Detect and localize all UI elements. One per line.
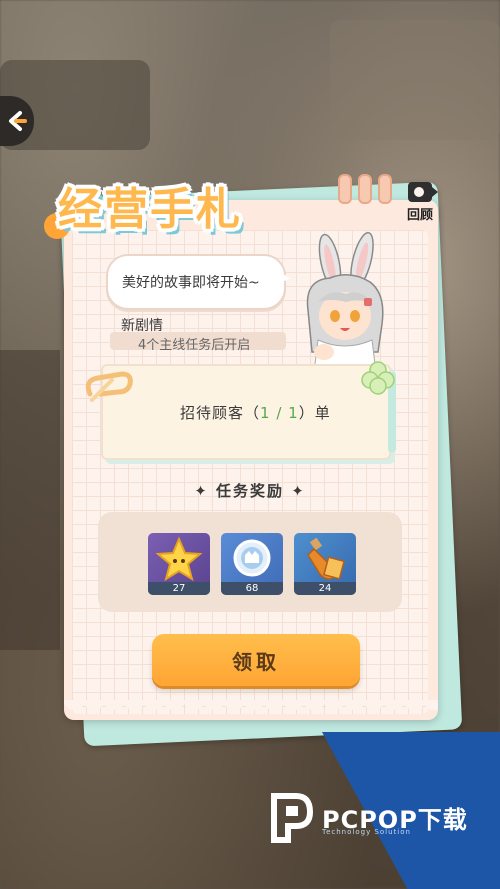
new-plot-title: 新剧情 xyxy=(121,318,163,334)
card-scallop-edge xyxy=(64,700,438,722)
watermark-subtitle: Technology Solution xyxy=(322,828,411,836)
speech-bubble-text: 美好的故事即将开始~ xyxy=(122,275,260,291)
reward-item[interactable]: 27 xyxy=(148,533,210,595)
star-icon xyxy=(155,536,203,582)
review-button[interactable]: 回顾 xyxy=(402,182,438,223)
video-camera-icon xyxy=(408,182,438,202)
pcpop-logo-icon xyxy=(271,793,314,843)
binder-ring xyxy=(378,174,392,204)
clover-icon xyxy=(361,361,395,395)
drink-bottle-icon xyxy=(307,537,345,580)
task-suffix: ）单 xyxy=(298,404,331,422)
task-prefix: 招待顾客（ xyxy=(180,404,261,422)
reward-quantity: 24 xyxy=(294,582,356,595)
speech-bubble-tail xyxy=(276,270,290,286)
title-block: 经营手札 xyxy=(40,165,240,245)
new-plot-description: 4个主线任务后开启 xyxy=(138,338,251,353)
review-label: 回顾 xyxy=(406,208,433,223)
reward-item[interactable]: 24 xyxy=(294,533,356,595)
task-progress: 1 / 1 xyxy=(260,404,299,422)
rewards-title: ✦ 任务奖励 ✦ xyxy=(194,482,306,500)
reward-quantity: 27 xyxy=(148,582,210,595)
page-title: 经营手札 xyxy=(58,184,242,235)
binder-ring xyxy=(338,174,352,204)
reward-item[interactable]: 68 xyxy=(221,533,283,595)
speech-bubble: 美好的故事即将开始~ xyxy=(106,254,286,310)
reward-quantity: 68 xyxy=(221,582,283,595)
bunny-girl-character xyxy=(306,232,384,372)
paper-clip-icon xyxy=(85,371,133,402)
coin-badge-icon xyxy=(233,539,271,577)
claim-button[interactable]: 领取 xyxy=(152,634,360,686)
background-shape xyxy=(330,20,500,140)
binder-ring xyxy=(358,174,372,204)
back-arrow-icon xyxy=(9,111,27,131)
task-description: 招待顾客（1 / 1）单 xyxy=(180,402,331,423)
